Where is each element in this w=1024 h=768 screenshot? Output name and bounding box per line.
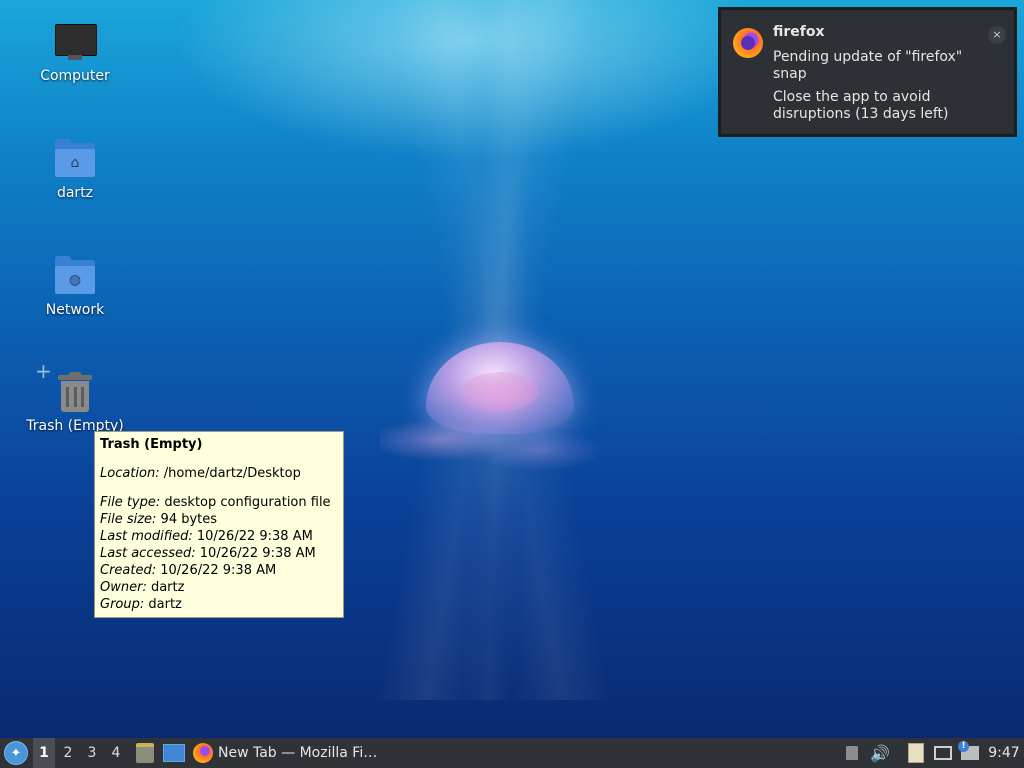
tray-network[interactable] <box>933 738 953 768</box>
computer-icon <box>54 22 97 64</box>
file-manager-icon <box>136 743 154 763</box>
tooltip-last-accessed: Last accessed: 10/26/22 9:38 AM <box>100 546 316 561</box>
workspace-1[interactable]: 1 <box>33 738 55 768</box>
desktop: Computer ⌂ dartz ◍ Network + Trash (Empt… <box>0 0 1024 738</box>
tooltip-title: Trash (Empty) <box>100 437 203 452</box>
workspace-2[interactable]: 2 <box>57 738 79 768</box>
notification-app-name: firefox <box>773 24 825 40</box>
tooltip-group: Group: dartz <box>100 597 182 612</box>
update-notifier-icon <box>958 741 979 760</box>
desktop-icon-label: Computer <box>40 68 110 84</box>
jellyfish-inner <box>462 372 538 412</box>
window-icon <box>163 744 185 762</box>
tooltip-last-modified: Last modified: 10/26/22 9:38 AM <box>100 529 313 544</box>
desktop-icon-label: dartz <box>56 185 94 201</box>
tooltip-file-size: File size: 94 bytes <box>100 512 218 527</box>
eject-icon <box>846 746 858 760</box>
show-desktop-button[interactable] <box>162 738 186 768</box>
whisker-menu-button[interactable]: ✦ <box>4 738 28 768</box>
desktop-icon-computer[interactable]: Computer <box>25 22 125 84</box>
update-notification[interactable]: firefox Pending update of "firefox" snap… <box>718 7 1017 137</box>
tray-updates[interactable] <box>958 738 980 768</box>
taskbar: ✦ 1 2 3 4 New Tab — Mozilla Fi… 🔊 9:47 <box>0 738 1024 768</box>
network-icon <box>934 746 952 760</box>
xubuntu-logo-icon: ✦ <box>4 741 28 765</box>
trash-icon <box>54 372 96 414</box>
tooltip-file-type: File type: desktop configuration file <box>100 495 331 510</box>
volume-icon: 🔊 <box>870 743 890 763</box>
tray-eject[interactable] <box>842 738 862 768</box>
taskbar-window-firefox[interactable]: New Tab — Mozilla Fi… <box>193 738 383 768</box>
clock[interactable]: 9:47 <box>986 738 1022 768</box>
desktop-icon-label: Network <box>45 302 105 318</box>
tooltip-created: Created: 10/26/22 9:38 AM <box>100 563 277 578</box>
tooltip-location: Location: /home/dartz/Desktop <box>100 466 301 481</box>
home-folder-icon: ⌂ <box>54 139 96 181</box>
taskbar-window-title: New Tab — Mozilla Fi… <box>218 745 378 761</box>
tray-clipboard[interactable] <box>906 738 926 768</box>
desktop-icon-network[interactable]: ◍ Network <box>25 256 125 318</box>
notification-line-1: Pending update of "firefox" snap <box>773 49 963 82</box>
workspace-4[interactable]: 4 <box>105 738 127 768</box>
network-folder-icon: ◍ <box>54 256 96 298</box>
desktop-icon-home[interactable]: ⌂ dartz <box>25 139 125 201</box>
firefox-icon <box>193 743 213 763</box>
notification-close-button[interactable]: × <box>988 26 1006 44</box>
notification-line-2: Close the app to avoid disruptions (13 d… <box>773 89 949 122</box>
tray-volume[interactable]: 🔊 <box>870 738 890 768</box>
tooltip-owner: Owner: dartz <box>100 580 185 595</box>
firefox-logo-icon <box>733 28 763 58</box>
desktop-icon-trash[interactable]: Trash (Empty) <box>25 372 125 434</box>
notification-body: Pending update of "firefox" snap Close t… <box>773 49 983 129</box>
workspace-3[interactable]: 3 <box>81 738 103 768</box>
clipboard-icon <box>908 743 924 763</box>
file-manager-launcher[interactable] <box>134 738 156 768</box>
file-info-tooltip: Trash (Empty) Location: /home/dartz/Desk… <box>94 431 344 618</box>
